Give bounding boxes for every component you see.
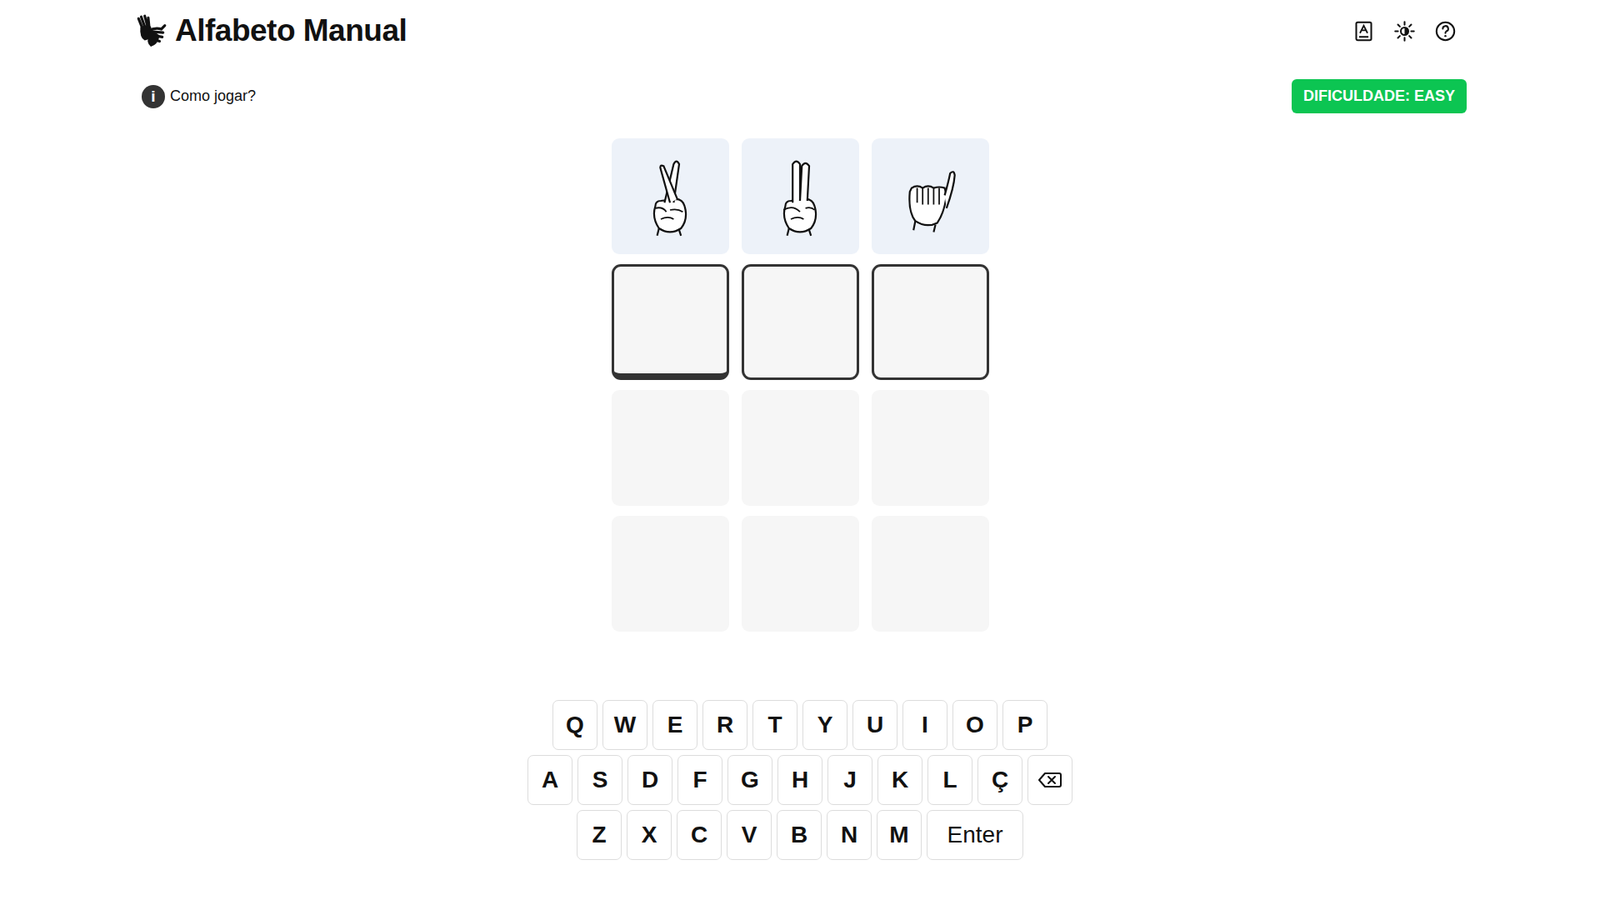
letter-key[interactable]: Y (802, 700, 848, 750)
header: Alfabeto Manual (133, 0, 1467, 62)
letter-tile (741, 515, 860, 632)
sign-tile (871, 138, 990, 255)
letter-key[interactable]: M (876, 810, 922, 860)
sign-tile (741, 138, 860, 255)
how-to-play-link[interactable]: i Como jogar? (141, 85, 256, 109)
help-question-icon[interactable] (1434, 20, 1457, 43)
letter-key[interactable]: I (902, 700, 948, 750)
letter-key[interactable]: V (726, 810, 772, 860)
letter-tile[interactable] (871, 264, 990, 380)
keyboard-row: QWERTYUIOP (552, 700, 1048, 750)
difficulty-button[interactable]: DIFICULDADE: EASY (1291, 79, 1467, 114)
page: Alfabeto Manual i Como jogar? DIFICULDAD… (133, 0, 1467, 860)
letter-key[interactable]: W (602, 700, 648, 750)
letter-key[interactable]: S (577, 755, 623, 805)
alphabet-book-icon[interactable] (1352, 20, 1375, 43)
keyboard-row: ASDFGHJKLÇ (527, 755, 1073, 805)
letter-key[interactable]: J (827, 755, 873, 805)
backspace-icon (1038, 771, 1062, 789)
hand-two-fingers-icon (772, 155, 828, 238)
letter-key[interactable]: A (527, 755, 573, 805)
sign-tile (611, 138, 730, 255)
letter-key[interactable]: O (952, 700, 998, 750)
enter-key[interactable]: Enter (926, 810, 1024, 860)
letter-key[interactable]: Q (552, 700, 598, 750)
letter-key[interactable]: P (1002, 700, 1048, 750)
letter-key[interactable]: L (927, 755, 973, 805)
backspace-key[interactable] (1027, 755, 1073, 805)
letter-key[interactable]: E (652, 700, 698, 750)
letter-key[interactable]: B (776, 810, 822, 860)
hand-fist-thumb-icon (902, 155, 958, 238)
letter-tile (611, 515, 730, 632)
letter-key[interactable]: C (676, 810, 722, 860)
letter-key[interactable]: H (777, 755, 823, 805)
letter-key[interactable]: D (627, 755, 673, 805)
letter-key[interactable]: G (727, 755, 773, 805)
letter-key[interactable]: R (702, 700, 748, 750)
info-icon: i (141, 85, 165, 109)
letter-tile[interactable] (741, 264, 860, 380)
letter-tile (611, 390, 730, 506)
brand[interactable]: Alfabeto Manual (133, 13, 407, 49)
app-title: Alfabeto Manual (175, 13, 407, 49)
letter-tile (871, 390, 990, 506)
letter-key[interactable]: Ç (977, 755, 1023, 805)
letter-tile (741, 390, 860, 506)
keyboard-row: ZXCVBNMEnter (576, 810, 1024, 860)
letter-key[interactable]: X (626, 810, 672, 860)
letter-tile[interactable] (611, 264, 730, 380)
letter-key[interactable]: F (677, 755, 723, 805)
toolbar (1352, 20, 1457, 43)
letter-key[interactable]: K (877, 755, 923, 805)
keyboard: QWERTYUIOPASDFGHJKLÇZXCVBNMEnter (527, 700, 1073, 860)
theme-sun-icon[interactable] (1393, 20, 1416, 43)
how-to-play-label: Como jogar? (170, 87, 256, 105)
letter-key[interactable]: T (752, 700, 798, 750)
letter-key[interactable]: N (826, 810, 872, 860)
board (611, 138, 990, 632)
letter-tile (871, 515, 990, 632)
letter-key[interactable]: Z (576, 810, 622, 860)
subbar: i Como jogar? DIFICULDADE: EASY (133, 79, 1467, 114)
hand-crossed-fingers-icon (642, 155, 698, 238)
hands-logo-icon (133, 13, 169, 49)
letter-key[interactable]: U (852, 700, 898, 750)
